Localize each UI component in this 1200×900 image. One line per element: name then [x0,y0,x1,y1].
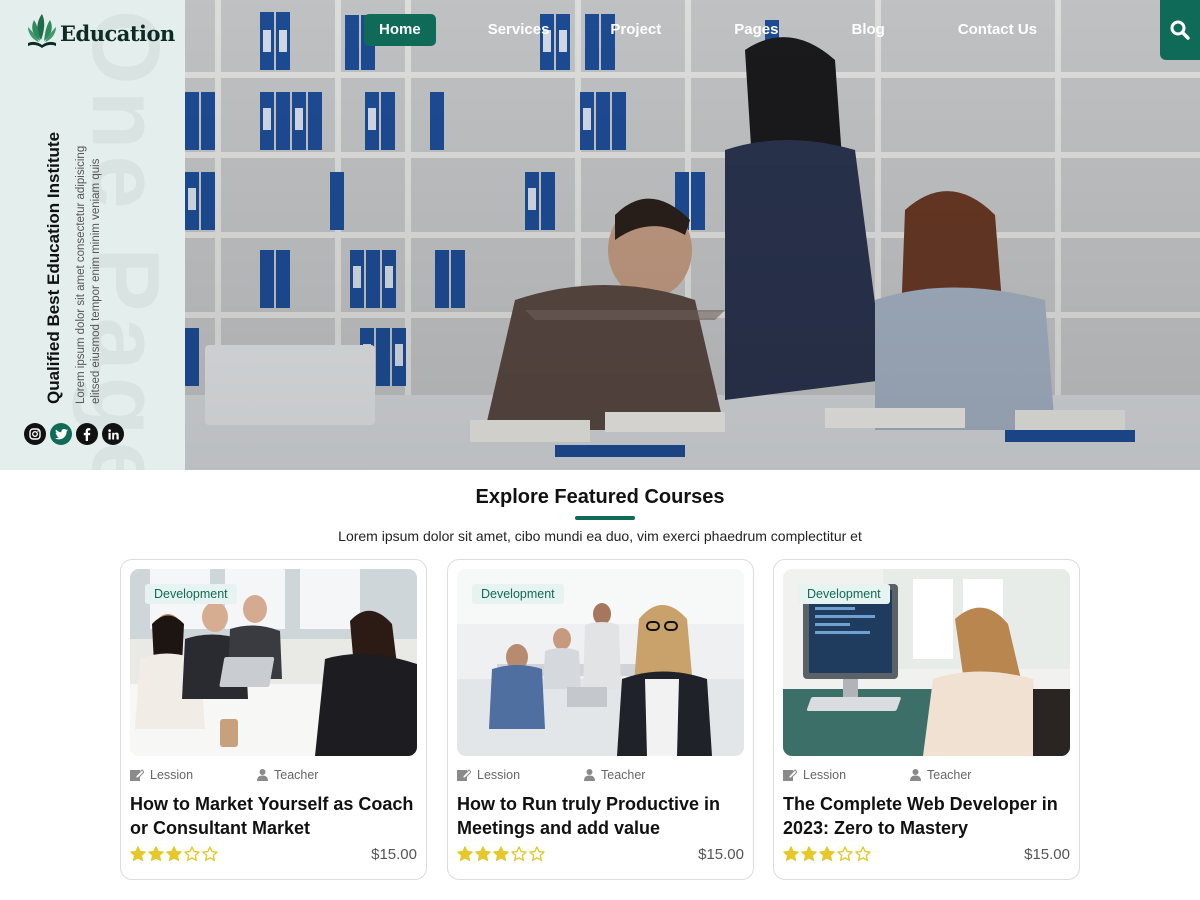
section-subtitle: Lorem ipsum dolor sit amet, cibo mundi e… [338,528,862,544]
nav-project[interactable]: Project [610,14,661,46]
course-image[interactable]: Development [130,569,417,756]
course-card[interactable]: Development Lession Teacher How to Marke… [120,559,427,880]
star-filled-icon [493,846,509,861]
teacher-label: Teacher [601,768,646,782]
star-empty-icon [855,846,871,861]
teacher-meta: Teacher [584,768,645,782]
lession-meta: Lession [130,768,193,782]
star-filled-icon [130,846,146,861]
logo-text: Education [60,21,175,46]
course-title[interactable]: The Complete Web Developer in 2023: Zero… [783,792,1073,840]
leaf-book-icon [28,14,56,48]
star-filled-icon [457,846,473,861]
facebook-icon[interactable] [76,423,98,445]
search-button[interactable] [1160,0,1200,60]
section-title: Explore Featured Courses [475,486,725,508]
star-empty-icon [511,846,527,861]
user-icon [584,769,595,781]
rating-stars [130,846,218,862]
instagram-icon[interactable] [24,423,46,445]
star-empty-icon [529,846,545,861]
nav-services[interactable]: Services [488,14,550,46]
nav-contact-us[interactable]: Contact Us [958,14,1037,46]
star-filled-icon [475,846,491,861]
title-underline [575,516,635,520]
user-icon [257,769,268,781]
category-badge[interactable]: Development [472,584,564,604]
lession-label: Lession [150,768,194,782]
teacher-meta: Teacher [910,768,971,782]
social-links [24,423,124,445]
lession-meta: Lession [457,768,520,782]
lession-meta: Lession [783,768,846,782]
nav-home[interactable]: Home [364,14,436,46]
hero-image [185,0,1200,470]
teacher-meta: Teacher [257,768,318,782]
side-panel: One Page Education Qualified Best Educat… [0,0,185,470]
main-nav: Home Services Project Pages Blog Contact… [364,14,1037,46]
teacher-label: Teacher [274,768,319,782]
user-icon [910,769,921,781]
course-card[interactable]: Development Lession Teacher How to Run t… [447,559,754,880]
nav-blog[interactable]: Blog [851,14,884,46]
search-icon [1170,20,1190,40]
category-badge[interactable]: Development [145,584,237,604]
course-image[interactable]: Development [783,569,1070,756]
lession-label: Lession [803,768,847,782]
star-filled-icon [783,846,799,861]
course-price: $15.00 [698,846,744,863]
hero-section: One Page Education Qualified Best Educat… [0,0,1200,470]
edit-icon [457,769,471,781]
star-filled-icon [819,846,835,861]
edit-icon [130,769,144,781]
course-title[interactable]: How to Market Yourself as Coach or Consu… [130,792,420,840]
nav-pages[interactable]: Pages [734,14,778,46]
course-title[interactable]: How to Run truly Productive in Meetings … [457,792,747,840]
linkedin-icon[interactable] [102,423,124,445]
star-filled-icon [801,846,817,861]
side-title: Qualified Best Education Institute [44,131,63,404]
star-filled-icon [148,846,164,861]
course-price: $15.00 [1024,846,1070,863]
star-empty-icon [202,846,218,861]
teacher-label: Teacher [927,768,972,782]
course-image[interactable]: Development [457,569,744,756]
rating-stars [457,846,545,862]
course-price: $15.00 [371,846,417,863]
twitter-icon[interactable] [50,423,72,445]
category-badge[interactable]: Development [798,584,890,604]
edit-icon [783,769,797,781]
rating-stars [783,846,871,862]
star-empty-icon [184,846,200,861]
side-description: Lorem ipsum dolor sit amet consectetur a… [75,145,102,404]
lession-label: Lession [477,768,521,782]
star-empty-icon [837,846,853,861]
hero-overlay [185,0,1200,470]
logo[interactable]: Education [26,10,175,48]
star-filled-icon [166,846,182,861]
course-card[interactable]: Development Lession Teacher The Complete… [773,559,1080,880]
